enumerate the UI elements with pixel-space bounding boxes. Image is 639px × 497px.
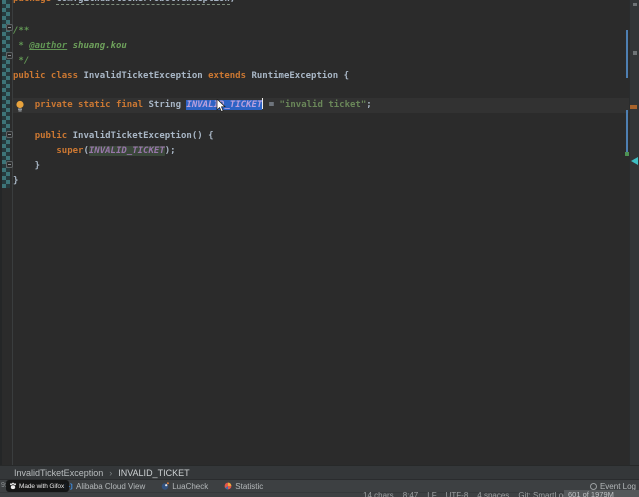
breadcrumb-class[interactable]: InvalidTicketException	[14, 468, 103, 478]
code-line-author[interactable]: * @author shuang.kou	[13, 39, 127, 54]
gifox-watermark: Made with Gifox	[6, 480, 69, 492]
code-line-close-inner[interactable]: }	[13, 159, 40, 174]
tool-window-statistic[interactable]: Statistic	[224, 482, 263, 491]
event-log-icon	[590, 483, 597, 490]
code-editor[interactable]: package com.github.lockerrobot.exception…	[0, 0, 639, 465]
code-line-close-outer[interactable]: }	[13, 174, 18, 189]
stripe-selection-mark	[630, 105, 637, 109]
scrollbar-error-stripe[interactable]	[629, 0, 639, 465]
status-caret-position[interactable]: 8:47	[403, 491, 419, 497]
gifox-watermark-label: Made with Gifox	[19, 483, 64, 490]
status-encoding[interactable]: UTF-8	[446, 491, 469, 497]
mouse-cursor	[216, 99, 227, 113]
statistic-icon	[224, 482, 232, 490]
code-line-package[interactable]: package com.github.lockerrobot.exception…	[13, 0, 235, 7]
breadcrumb-member[interactable]: INVALID_TICKET	[118, 468, 189, 478]
luacheck-icon	[161, 482, 169, 490]
tool-window-label: Alibaba Cloud View	[76, 482, 145, 491]
ide-window: package com.github.lockerrobot.exception…	[0, 0, 639, 497]
tool-window-label: LuaCheck	[172, 482, 208, 491]
code-line-super-call[interactable]: super(INVALID_TICKET);	[13, 144, 176, 159]
stripe-usage-mark	[625, 152, 629, 156]
code-line-constructor[interactable]: public InvalidTicketException() {	[13, 129, 214, 144]
fold-marker-constructor[interactable]	[6, 131, 13, 138]
fold-marker-comment-start[interactable]	[6, 24, 13, 31]
fold-marker-constructor-end[interactable]	[6, 161, 13, 168]
status-line-separator[interactable]: LF	[427, 491, 436, 497]
paw-icon	[9, 482, 17, 490]
code-line-comment-close[interactable]: */	[13, 54, 29, 69]
status-selection-chars[interactable]: 14 chars	[363, 491, 394, 497]
code-line-class-declaration[interactable]: public class InvalidTicketException exte…	[13, 69, 349, 84]
breadcrumb-separator-icon: ›	[109, 468, 112, 478]
fold-marker-comment-end[interactable]	[6, 52, 13, 59]
tool-window-label: Statistic	[235, 482, 263, 491]
stripe-position-arrow	[631, 157, 638, 165]
intention-lightbulb-icon[interactable]	[15, 100, 25, 113]
tool-window-luacheck[interactable]: LuaCheck	[161, 482, 208, 491]
code-line-field[interactable]: private static final String INVALID_TICK…	[13, 98, 372, 113]
stripe-gray-mark	[633, 3, 637, 6]
status-indent[interactable]: 4 spaces	[477, 491, 509, 497]
stripe-gray-mark	[633, 51, 637, 55]
stripe-change-mark	[626, 110, 628, 155]
memory-indicator[interactable]: 601 of 1979M	[564, 490, 639, 497]
breadcrumb: InvalidTicketException › INVALID_TICKET	[0, 465, 639, 480]
code-line-comment-open[interactable]: /**	[13, 24, 29, 39]
status-bar: 14 chars 8:47 LF UTF-8 4 spaces Git: Sma…	[0, 492, 639, 497]
tool-window-alibaba-cloud-view[interactable]: Alibaba Cloud View	[64, 482, 145, 491]
stripe-change-mark	[626, 30, 628, 78]
